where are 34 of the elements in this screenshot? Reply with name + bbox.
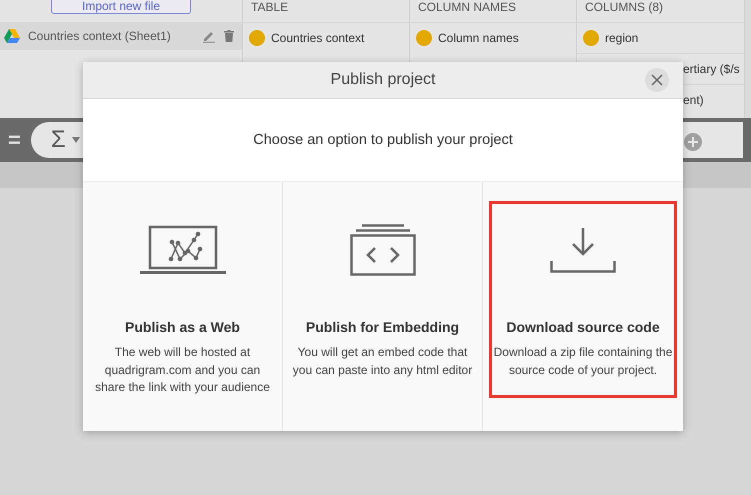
option-description: You will get an embed code that you can paste into any html editor [292, 344, 474, 378]
import-file-button[interactable]: Import new file [51, 0, 191, 14]
publish-option[interactable]: Publish for Embedding You will get an embed code that you can paste into any html editor [288, 201, 476, 398]
column-header: COLUMN NAMES [417, 0, 518, 16]
caret-icon [72, 137, 80, 143]
column-header: COLUMNS (8) [584, 0, 664, 16]
option-title: Download source code [506, 319, 660, 335]
close-icon [651, 74, 663, 86]
equals-sign: = [8, 127, 21, 153]
drive-icon [4, 29, 20, 43]
column-dot-icon [583, 30, 599, 46]
column-item[interactable]: region [577, 22, 744, 53]
code-window-icon [350, 224, 416, 276]
file-name: Countries context (Sheet1) [28, 29, 172, 43]
option-title: Publish as a Web [125, 319, 240, 335]
publish-option[interactable]: Publish as a Web The web will be hosted at quadrigram.com and you can share the link with your audience [88, 201, 276, 404]
trash-icon[interactable] [224, 30, 234, 42]
column-dot-icon [416, 30, 432, 46]
download-icon [550, 226, 616, 272]
column-item[interactable]: Countries context [243, 22, 409, 53]
close-button[interactable] [645, 68, 669, 92]
dialog-prompt: Choose an option to publish your project [253, 132, 513, 148]
column-header: TABLE [250, 0, 290, 16]
edit-icon[interactable] [202, 29, 216, 43]
publish-option[interactable]: Download source code Download a zip file containing the source code of your project. [489, 201, 677, 398]
add-circle-icon[interactable] [684, 133, 702, 151]
option-description: Download a zip file containing the source code of your project. [492, 344, 674, 378]
column-dot-icon [249, 30, 265, 46]
dialog-title: Publish project [330, 71, 436, 89]
file-row[interactable]: Countries context (Sheet1) [0, 22, 242, 50]
laptop-chart-icon [140, 224, 226, 274]
column-item[interactable]: Column names [410, 22, 576, 53]
option-description: The web will be hosted at quadrigram.com and you can share the link with your audience [94, 344, 271, 396]
option-title: Publish for Embedding [306, 319, 460, 335]
